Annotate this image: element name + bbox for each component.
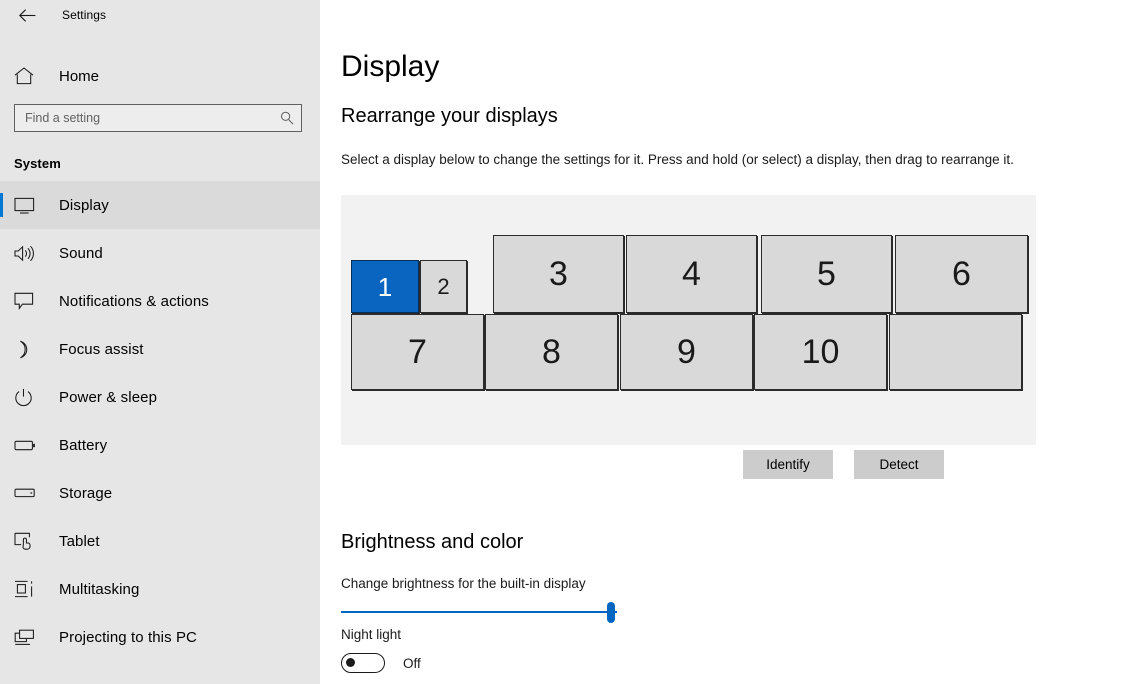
tablet-hand-icon: [14, 529, 44, 553]
chat-bubble-icon: [14, 289, 44, 313]
display-tile-label: 1: [378, 274, 392, 300]
identify-button[interactable]: Identify: [743, 450, 833, 479]
display-tile-label: 6: [952, 257, 971, 291]
speaker-icon: [14, 241, 44, 265]
back-button[interactable]: [12, 2, 42, 28]
main-content: Display Rearrange your displays Select a…: [320, 0, 1127, 684]
sidebar-item-storage[interactable]: Storage: [0, 469, 320, 517]
toggle-knob: [346, 658, 355, 667]
display-tile-4[interactable]: 4: [626, 235, 757, 313]
selection-indicator: [0, 193, 3, 217]
sidebar-item-power-sleep-label: Power & sleep: [59, 389, 157, 406]
sidebar-item-tablet-label: Tablet: [59, 533, 100, 550]
display-tile-label: 7: [408, 335, 427, 369]
sidebar-item-home[interactable]: Home: [0, 56, 320, 96]
display-tile-9[interactable]: 9: [620, 314, 753, 390]
sidebar-item-sound-label: Sound: [59, 245, 103, 262]
display-tile-6[interactable]: 6: [895, 235, 1028, 313]
brightness-heading: Brightness and color: [341, 532, 523, 552]
drive-icon: [14, 481, 44, 505]
battery-icon: [14, 433, 44, 457]
sidebar-item-battery[interactable]: Battery: [0, 421, 320, 469]
page-title: Display: [341, 52, 439, 82]
rearrange-description: Select a display below to change the set…: [341, 153, 1014, 167]
sidebar-group-title: System: [0, 132, 320, 171]
sidebar-item-home-label: Home: [59, 68, 99, 85]
display-arrangement-canvas[interactable]: 1 2 3 4 5 6 7 8 9 10: [341, 195, 1036, 445]
search-icon[interactable]: [279, 110, 295, 126]
rearrange-heading: Rearrange your displays: [341, 106, 558, 126]
display-tile-10[interactable]: 10: [754, 314, 887, 390]
moon-icon: [14, 337, 44, 361]
projection-icon: [14, 625, 44, 649]
sidebar-nav: Display Sound: [0, 181, 320, 661]
sidebar-item-notifications[interactable]: Notifications & actions: [0, 277, 320, 325]
display-tile-label: 10: [802, 335, 840, 369]
arrow-left-icon: [19, 9, 36, 22]
night-light-state: Off: [403, 656, 421, 671]
sidebar-item-multitasking-label: Multitasking: [59, 581, 139, 598]
display-tile-blank[interactable]: [889, 314, 1022, 390]
display-tile-5[interactable]: 5: [761, 235, 892, 313]
sidebar-item-battery-label: Battery: [59, 437, 107, 454]
multitasking-icon: [14, 577, 44, 601]
search-input[interactable]: [25, 111, 279, 125]
night-light-row: Off: [341, 653, 421, 673]
sidebar-item-focus-assist-label: Focus assist: [59, 341, 144, 358]
sidebar-item-multitasking[interactable]: Multitasking: [0, 565, 320, 613]
sidebar-item-notifications-label: Notifications & actions: [59, 293, 209, 310]
display-tile-1[interactable]: 1: [351, 260, 419, 313]
title-bar: Settings: [0, 0, 320, 30]
slider-thumb[interactable]: [607, 602, 615, 623]
display-tile-label: 3: [549, 257, 568, 291]
sidebar-item-display[interactable]: Display: [0, 181, 320, 229]
brightness-slider-label: Change brightness for the built-in displ…: [341, 577, 586, 591]
sidebar-item-focus-assist[interactable]: Focus assist: [0, 325, 320, 373]
display-actions: Identify Detect: [320, 450, 1036, 479]
display-tile-label: 5: [817, 257, 836, 291]
sidebar-item-sound[interactable]: Sound: [0, 229, 320, 277]
sidebar-item-projecting[interactable]: Projecting to this PC: [0, 613, 320, 661]
app-title: Settings: [62, 8, 106, 22]
night-light-toggle[interactable]: [341, 653, 385, 673]
sidebar-item-projecting-label: Projecting to this PC: [59, 629, 197, 646]
display-tile-label: 2: [437, 276, 449, 298]
display-tile-7[interactable]: 7: [351, 314, 484, 390]
display-tile-3[interactable]: 3: [493, 235, 624, 313]
home-icon: [14, 67, 44, 85]
display-tile-label: 9: [677, 335, 696, 369]
display-tile-label: 8: [542, 335, 561, 369]
search-box[interactable]: [14, 104, 302, 132]
sidebar-item-power-sleep[interactable]: Power & sleep: [0, 373, 320, 421]
sidebar-item-display-label: Display: [59, 197, 109, 214]
sidebar-item-tablet[interactable]: Tablet: [0, 517, 320, 565]
display-tile-label: 4: [682, 257, 701, 291]
night-light-label: Night light: [341, 628, 401, 642]
power-icon: [14, 385, 44, 409]
settings-window: Settings Home Syste: [0, 0, 1127, 684]
brightness-slider[interactable]: [341, 600, 631, 624]
slider-track: [341, 611, 617, 613]
monitor-icon: [14, 193, 44, 217]
display-tile-2[interactable]: 2: [420, 260, 467, 313]
sidebar: Settings Home Syste: [0, 0, 320, 684]
search-container: [0, 96, 320, 132]
display-tile-8[interactable]: 8: [485, 314, 618, 390]
detect-button[interactable]: Detect: [854, 450, 944, 479]
sidebar-item-storage-label: Storage: [59, 485, 112, 502]
